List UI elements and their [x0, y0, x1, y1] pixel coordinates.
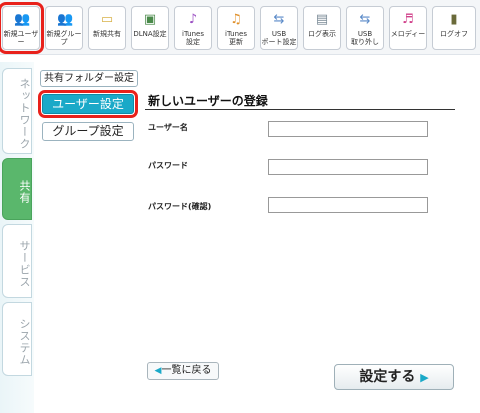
usb-remove-icon: ⇆	[359, 12, 371, 27]
log-icon: ▤	[315, 12, 329, 27]
password-label: パスワード	[148, 161, 188, 170]
back-to-list-button[interactable]: ◀一覧に戻る	[147, 362, 219, 380]
usb-icon: ⇆	[273, 12, 285, 27]
melody-button[interactable]: ♬ メロディー	[389, 6, 427, 50]
tab-system[interactable]: システム	[2, 302, 32, 376]
submit-button[interactable]: 設定する ▶	[334, 364, 454, 390]
melody-icon: ♬	[402, 12, 414, 27]
itunes-refresh-icon: ♫	[230, 12, 242, 27]
tab-share[interactable]: 共有	[2, 158, 32, 220]
new-group-button[interactable]: 👥 新規グループ	[45, 6, 83, 50]
password-confirm-field[interactable]	[268, 197, 428, 213]
side-tabs: ネットワーク 共有 サービス システム	[0, 62, 34, 413]
music-note-icon: ♪	[188, 12, 198, 27]
username-label: ユーザー名	[148, 123, 188, 132]
tab-network[interactable]: ネットワーク	[2, 68, 32, 154]
toolbar: 👥 新規ユーザー 👥 新規グループ ▭ 新規共有 ▣ DLNA設定 ♪ iTun…	[0, 0, 480, 55]
tab-service[interactable]: サービス	[2, 224, 32, 298]
title-divider	[145, 109, 455, 110]
arrow-right-icon: ▶	[420, 371, 429, 384]
logoff-icon: ▮	[450, 12, 458, 27]
password-confirm-label: パスワード(確認)	[148, 202, 212, 211]
itunes-update-button[interactable]: ♫ iTunes 更新	[217, 6, 255, 50]
dlna-icon: ▣	[143, 12, 157, 27]
back-to-list-label: 一覧に戻る	[161, 365, 212, 376]
subnav-user-settings[interactable]: ユーザー設定	[38, 90, 138, 118]
new-share-button[interactable]: ▭ 新規共有	[88, 6, 126, 50]
page-title: 新しいユーザーの登録	[148, 94, 268, 108]
itunes-settings-button[interactable]: ♪ iTunes 設定	[174, 6, 212, 50]
subnav-shared-folder-settings[interactable]: 共有フォルダー設定	[40, 70, 138, 87]
users-icon: 👥	[14, 12, 31, 27]
group-icon: 👥	[57, 12, 74, 27]
usb-remove-button[interactable]: ⇆ USB 取り外し	[346, 6, 384, 50]
dlna-settings-button[interactable]: ▣ DLNA設定	[131, 6, 169, 50]
logoff-button[interactable]: ▮ ログオフ	[432, 6, 476, 50]
usb-port-settings-button[interactable]: ⇆ USB ポート設定	[260, 6, 298, 50]
log-view-button[interactable]: ▤ ログ表示	[303, 6, 341, 50]
folder-icon: ▭	[100, 12, 114, 27]
username-field[interactable]	[268, 121, 428, 137]
new-user-button[interactable]: 👥 新規ユーザー	[0, 2, 44, 54]
subnav-group-settings[interactable]: グループ設定	[42, 122, 134, 141]
password-field[interactable]	[268, 159, 428, 175]
submit-label: 設定する	[359, 369, 416, 385]
